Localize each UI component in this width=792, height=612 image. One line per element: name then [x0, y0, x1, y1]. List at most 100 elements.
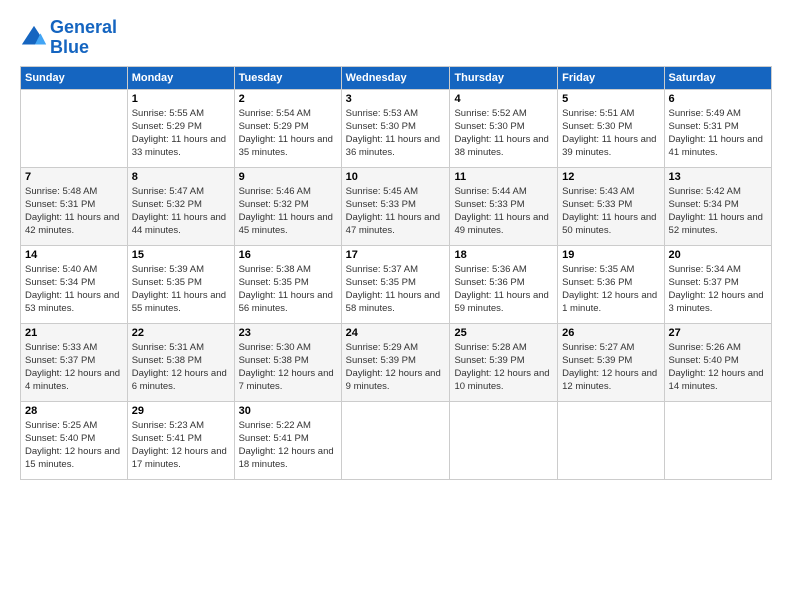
- calendar-cell: 7 Sunrise: 5:48 AM Sunset: 5:31 PM Dayli…: [21, 167, 128, 245]
- cell-info: Sunrise: 5:22 AM Sunset: 5:41 PM Dayligh…: [239, 419, 337, 472]
- cell-info: Sunrise: 5:28 AM Sunset: 5:39 PM Dayligh…: [454, 341, 553, 394]
- calendar-cell: 26 Sunrise: 5:27 AM Sunset: 5:39 PM Dayl…: [558, 323, 664, 401]
- calendar-cell: 8 Sunrise: 5:47 AM Sunset: 5:32 PM Dayli…: [127, 167, 234, 245]
- day-number: 13: [669, 171, 767, 183]
- day-number: 8: [132, 171, 230, 183]
- col-friday: Friday: [558, 66, 664, 89]
- day-number: 7: [25, 171, 123, 183]
- day-number: 18: [454, 249, 553, 261]
- cell-info: Sunrise: 5:38 AM Sunset: 5:35 PM Dayligh…: [239, 263, 337, 316]
- logo-text: General Blue: [50, 18, 117, 58]
- calendar-cell: 3 Sunrise: 5:53 AM Sunset: 5:30 PM Dayli…: [341, 89, 450, 167]
- day-number: 29: [132, 405, 230, 417]
- cell-info: Sunrise: 5:37 AM Sunset: 5:35 PM Dayligh…: [346, 263, 446, 316]
- calendar-cell: [21, 89, 128, 167]
- cell-info: Sunrise: 5:34 AM Sunset: 5:37 PM Dayligh…: [669, 263, 767, 316]
- cell-info: Sunrise: 5:31 AM Sunset: 5:38 PM Dayligh…: [132, 341, 230, 394]
- cell-info: Sunrise: 5:44 AM Sunset: 5:33 PM Dayligh…: [454, 185, 553, 238]
- calendar-cell: 19 Sunrise: 5:35 AM Sunset: 5:36 PM Dayl…: [558, 245, 664, 323]
- calendar-table: Sunday Monday Tuesday Wednesday Thursday…: [20, 66, 772, 480]
- day-number: 10: [346, 171, 446, 183]
- cell-info: Sunrise: 5:53 AM Sunset: 5:30 PM Dayligh…: [346, 107, 446, 160]
- calendar-cell: [558, 401, 664, 479]
- day-number: 16: [239, 249, 337, 261]
- calendar-cell: 22 Sunrise: 5:31 AM Sunset: 5:38 PM Dayl…: [127, 323, 234, 401]
- cell-info: Sunrise: 5:42 AM Sunset: 5:34 PM Dayligh…: [669, 185, 767, 238]
- day-number: 4: [454, 93, 553, 105]
- cell-info: Sunrise: 5:35 AM Sunset: 5:36 PM Dayligh…: [562, 263, 659, 316]
- logo-icon: [20, 24, 48, 52]
- cell-info: Sunrise: 5:46 AM Sunset: 5:32 PM Dayligh…: [239, 185, 337, 238]
- day-number: 12: [562, 171, 659, 183]
- cell-info: Sunrise: 5:36 AM Sunset: 5:36 PM Dayligh…: [454, 263, 553, 316]
- week-row-5: 28 Sunrise: 5:25 AM Sunset: 5:40 PM Dayl…: [21, 401, 772, 479]
- day-number: 23: [239, 327, 337, 339]
- calendar-cell: 25 Sunrise: 5:28 AM Sunset: 5:39 PM Dayl…: [450, 323, 558, 401]
- calendar-cell: 15 Sunrise: 5:39 AM Sunset: 5:35 PM Dayl…: [127, 245, 234, 323]
- day-number: 6: [669, 93, 767, 105]
- logo: General Blue: [20, 18, 117, 58]
- day-number: 11: [454, 171, 553, 183]
- calendar-cell: 2 Sunrise: 5:54 AM Sunset: 5:29 PM Dayli…: [234, 89, 341, 167]
- cell-info: Sunrise: 5:55 AM Sunset: 5:29 PM Dayligh…: [132, 107, 230, 160]
- col-wednesday: Wednesday: [341, 66, 450, 89]
- col-saturday: Saturday: [664, 66, 771, 89]
- calendar-cell: 28 Sunrise: 5:25 AM Sunset: 5:40 PM Dayl…: [21, 401, 128, 479]
- day-number: 19: [562, 249, 659, 261]
- cell-info: Sunrise: 5:43 AM Sunset: 5:33 PM Dayligh…: [562, 185, 659, 238]
- calendar-cell: 5 Sunrise: 5:51 AM Sunset: 5:30 PM Dayli…: [558, 89, 664, 167]
- day-number: 24: [346, 327, 446, 339]
- cell-info: Sunrise: 5:30 AM Sunset: 5:38 PM Dayligh…: [239, 341, 337, 394]
- cell-info: Sunrise: 5:54 AM Sunset: 5:29 PM Dayligh…: [239, 107, 337, 160]
- cell-info: Sunrise: 5:51 AM Sunset: 5:30 PM Dayligh…: [562, 107, 659, 160]
- col-thursday: Thursday: [450, 66, 558, 89]
- day-number: 27: [669, 327, 767, 339]
- calendar-cell: 14 Sunrise: 5:40 AM Sunset: 5:34 PM Dayl…: [21, 245, 128, 323]
- cell-info: Sunrise: 5:29 AM Sunset: 5:39 PM Dayligh…: [346, 341, 446, 394]
- day-number: 30: [239, 405, 337, 417]
- day-number: 20: [669, 249, 767, 261]
- calendar-cell: 4 Sunrise: 5:52 AM Sunset: 5:30 PM Dayli…: [450, 89, 558, 167]
- calendar-cell: [664, 401, 771, 479]
- day-number: 17: [346, 249, 446, 261]
- cell-info: Sunrise: 5:49 AM Sunset: 5:31 PM Dayligh…: [669, 107, 767, 160]
- calendar-cell: 12 Sunrise: 5:43 AM Sunset: 5:33 PM Dayl…: [558, 167, 664, 245]
- day-number: 15: [132, 249, 230, 261]
- day-number: 1: [132, 93, 230, 105]
- col-monday: Monday: [127, 66, 234, 89]
- week-row-3: 14 Sunrise: 5:40 AM Sunset: 5:34 PM Dayl…: [21, 245, 772, 323]
- page: General Blue Sunday Monday Tuesday Wedne…: [0, 0, 792, 612]
- cell-info: Sunrise: 5:27 AM Sunset: 5:39 PM Dayligh…: [562, 341, 659, 394]
- day-number: 14: [25, 249, 123, 261]
- day-number: 28: [25, 405, 123, 417]
- calendar-cell: 16 Sunrise: 5:38 AM Sunset: 5:35 PM Dayl…: [234, 245, 341, 323]
- calendar-cell: 6 Sunrise: 5:49 AM Sunset: 5:31 PM Dayli…: [664, 89, 771, 167]
- calendar-cell: 11 Sunrise: 5:44 AM Sunset: 5:33 PM Dayl…: [450, 167, 558, 245]
- day-number: 5: [562, 93, 659, 105]
- cell-info: Sunrise: 5:23 AM Sunset: 5:41 PM Dayligh…: [132, 419, 230, 472]
- calendar-cell: 18 Sunrise: 5:36 AM Sunset: 5:36 PM Dayl…: [450, 245, 558, 323]
- day-number: 9: [239, 171, 337, 183]
- calendar-cell: 23 Sunrise: 5:30 AM Sunset: 5:38 PM Dayl…: [234, 323, 341, 401]
- day-number: 21: [25, 327, 123, 339]
- week-row-4: 21 Sunrise: 5:33 AM Sunset: 5:37 PM Dayl…: [21, 323, 772, 401]
- cell-info: Sunrise: 5:26 AM Sunset: 5:40 PM Dayligh…: [669, 341, 767, 394]
- calendar-cell: 1 Sunrise: 5:55 AM Sunset: 5:29 PM Dayli…: [127, 89, 234, 167]
- cell-info: Sunrise: 5:25 AM Sunset: 5:40 PM Dayligh…: [25, 419, 123, 472]
- cell-info: Sunrise: 5:39 AM Sunset: 5:35 PM Dayligh…: [132, 263, 230, 316]
- calendar-cell: 13 Sunrise: 5:42 AM Sunset: 5:34 PM Dayl…: [664, 167, 771, 245]
- calendar-cell: 10 Sunrise: 5:45 AM Sunset: 5:33 PM Dayl…: [341, 167, 450, 245]
- cell-info: Sunrise: 5:52 AM Sunset: 5:30 PM Dayligh…: [454, 107, 553, 160]
- calendar-cell: 9 Sunrise: 5:46 AM Sunset: 5:32 PM Dayli…: [234, 167, 341, 245]
- calendar-cell: 21 Sunrise: 5:33 AM Sunset: 5:37 PM Dayl…: [21, 323, 128, 401]
- cell-info: Sunrise: 5:33 AM Sunset: 5:37 PM Dayligh…: [25, 341, 123, 394]
- week-row-2: 7 Sunrise: 5:48 AM Sunset: 5:31 PM Dayli…: [21, 167, 772, 245]
- header-row: Sunday Monday Tuesday Wednesday Thursday…: [21, 66, 772, 89]
- header: General Blue: [20, 18, 772, 58]
- day-number: 25: [454, 327, 553, 339]
- cell-info: Sunrise: 5:47 AM Sunset: 5:32 PM Dayligh…: [132, 185, 230, 238]
- calendar-cell: [341, 401, 450, 479]
- week-row-1: 1 Sunrise: 5:55 AM Sunset: 5:29 PM Dayli…: [21, 89, 772, 167]
- calendar-cell: 29 Sunrise: 5:23 AM Sunset: 5:41 PM Dayl…: [127, 401, 234, 479]
- day-number: 22: [132, 327, 230, 339]
